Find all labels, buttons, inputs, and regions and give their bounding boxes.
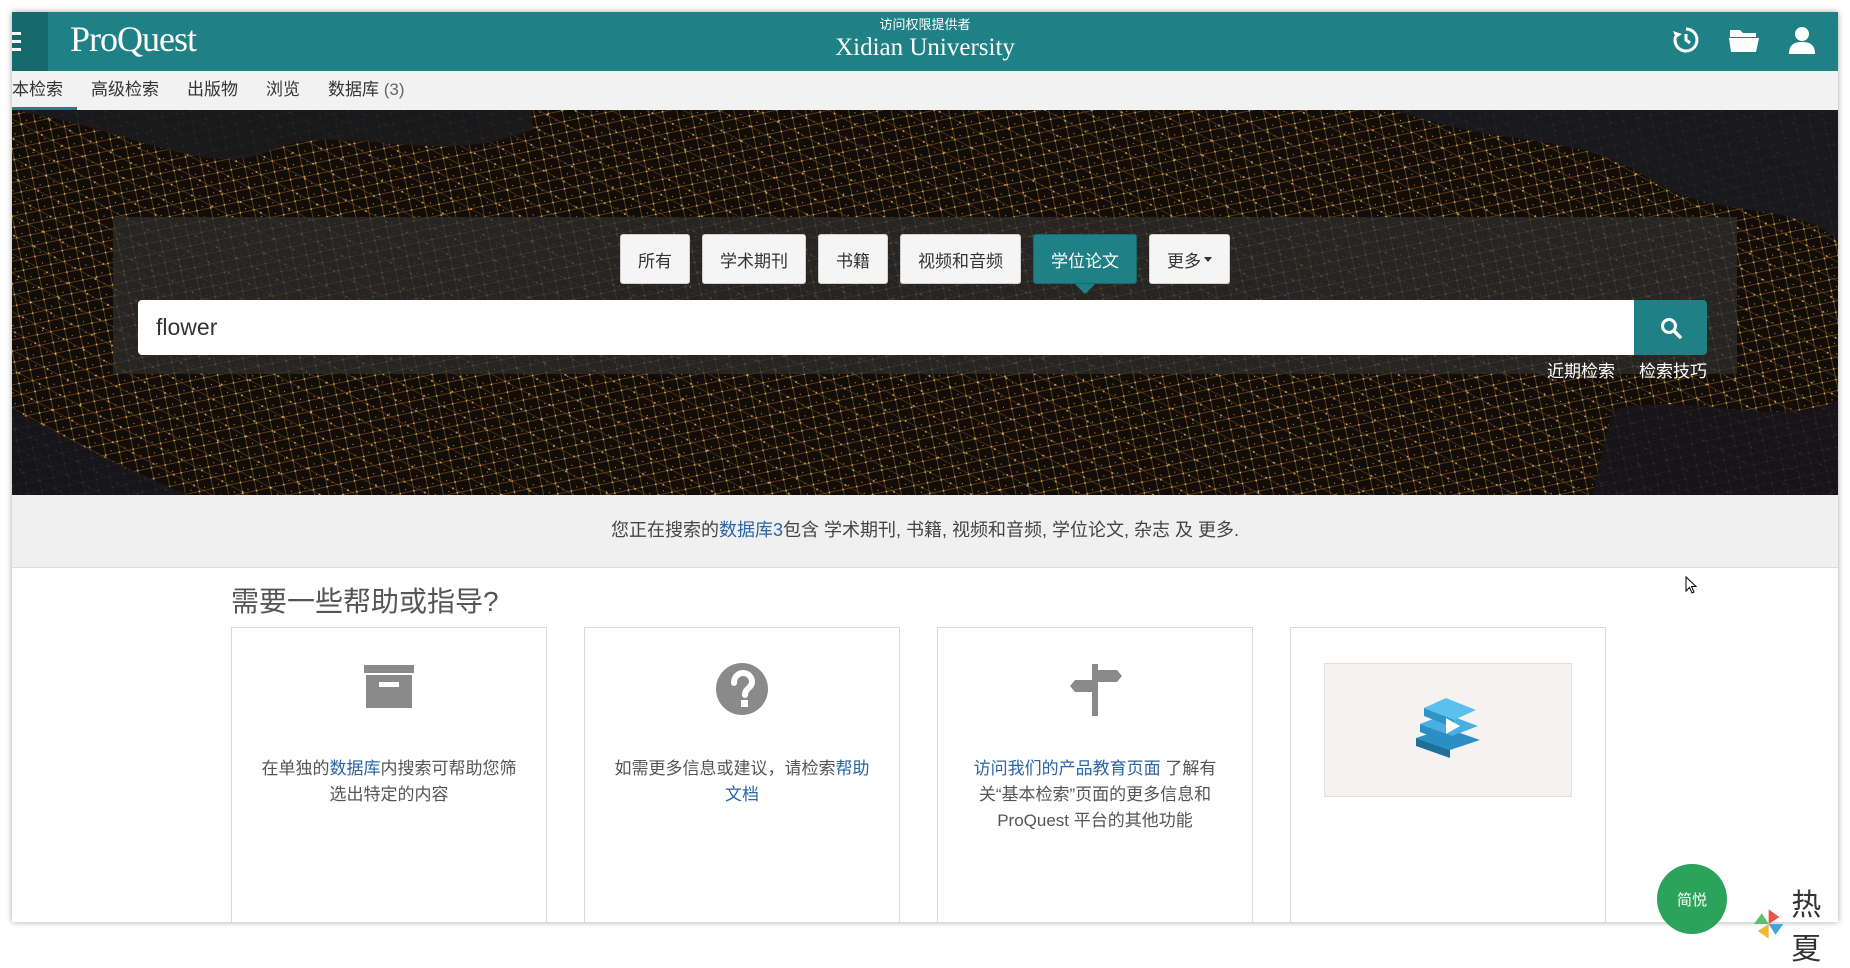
help-cards: 在单独的数据库内搜索可帮助您筛选出特定的内容 如需更多信息或建议，请检索帮助文档: [231, 627, 1606, 922]
content-type-chips: 所有 学术期刊 书籍 视频和音频 学位论文 更多: [113, 234, 1737, 294]
tab-basic-search[interactable]: 本检索: [12, 71, 77, 110]
help-card-help-docs: 如需更多信息或建议，请检索帮助文档: [584, 627, 900, 922]
search-tips-link[interactable]: 检索技巧: [1639, 357, 1707, 382]
product-education-link[interactable]: 访问我们的产品教育页面: [974, 759, 1161, 778]
databases-link[interactable]: 数据库: [330, 759, 381, 778]
chip-more[interactable]: 更多: [1149, 234, 1230, 284]
history-icon[interactable]: [1668, 22, 1704, 58]
folder-icon[interactable]: [1726, 22, 1762, 58]
search-mode-tabs: 本检索 高级检索 出版物 浏览 数据库 (3): [12, 71, 1838, 111]
search-button[interactable]: [1634, 300, 1707, 355]
user-icon[interactable]: [1784, 22, 1820, 58]
chip-scholarly-journals[interactable]: 学术期刊: [702, 234, 806, 284]
top-header: ProQuest 访问权限提供者 Xidian University: [12, 12, 1838, 71]
info-suffix: 包含 学术期刊, 书籍, 视频和音频, 学位论文, 杂志 及 更多.: [783, 520, 1240, 540]
mouse-cursor-icon: [1685, 576, 1697, 594]
signpost-icon: [938, 662, 1252, 726]
caret-down-icon: [1204, 256, 1212, 262]
tab-browse[interactable]: 浏览: [252, 71, 314, 110]
chip-books[interactable]: 书籍: [818, 234, 888, 284]
chip-dissertations[interactable]: 学位论文: [1033, 234, 1137, 294]
chip-video-audio[interactable]: 视频和音频: [900, 234, 1021, 284]
chip-more-label: 更多: [1167, 251, 1201, 271]
institution-name: Xidian University: [835, 34, 1015, 61]
database-count: (3): [383, 80, 405, 99]
search-icon: [1660, 317, 1682, 339]
search-panel: 所有 学术期刊 书籍 视频和音频 学位论文 更多 近期检索 检索技巧: [113, 217, 1737, 381]
tab-advanced-search[interactable]: 高级检索: [77, 71, 173, 110]
search-links: 近期检索 检索技巧: [1547, 357, 1707, 382]
help-card-text: 访问我们的产品教育页面 了解有关“基本检索”页面的更多信息和 ProQuest …: [973, 759, 1217, 830]
help-card-databases: 在单独的数据库内搜索可帮助您筛选出特定的内容: [231, 627, 547, 922]
search-input[interactable]: [138, 300, 1634, 355]
help-card-video: [1290, 627, 1606, 922]
help-card-text: 如需更多信息或建议，请检索帮助文档: [614, 759, 870, 804]
help-card-text: 在单独的数据库内搜索可帮助您筛选出特定的内容: [261, 759, 517, 804]
info-prefix: 您正在搜索的: [610, 520, 719, 540]
browser-page: ProQuest 访问权限提供者 Xidian University 本检索 高…: [12, 12, 1838, 922]
database-link[interactable]: 数据库3: [719, 520, 783, 540]
question-circle-icon: [585, 662, 899, 726]
watermark: 热夏: [1752, 880, 1850, 968]
tab-databases[interactable]: 数据库 (3): [314, 71, 419, 110]
tab-publications[interactable]: 出版物: [173, 71, 252, 110]
help-card-education: 访问我们的产品教育页面 了解有关“基本检索”页面的更多信息和 ProQuest …: [937, 627, 1253, 922]
access-provider-label: 访问权限提供者: [879, 17, 971, 32]
feedback-button[interactable]: 简悦: [1657, 864, 1727, 934]
tab-databases-label: 数据库: [328, 80, 379, 99]
database-info-strip: 您正在搜索的数据库3包含 学术期刊, 书籍, 视频和音频, 学位论文, 杂志 及…: [12, 495, 1838, 568]
watermark-text: 热夏: [1791, 888, 1822, 967]
chip-all[interactable]: 所有: [620, 234, 690, 284]
help-heading: 需要一些帮助或指导?: [231, 586, 499, 617]
video-thumbnail-books-icon: [1416, 698, 1480, 758]
search-hero: 所有 学术期刊 书籍 视频和音频 学位论文 更多 近期检索 检索技巧: [12, 110, 1838, 495]
video-thumbnail[interactable]: [1324, 663, 1572, 797]
institution-block: 访问权限提供者 Xidian University: [12, 14, 1838, 62]
archive-box-icon: [232, 662, 546, 726]
pinwheel-icon: [1753, 909, 1784, 939]
recent-searches-link[interactable]: 近期检索: [1547, 357, 1615, 382]
header-actions: [1668, 22, 1820, 58]
